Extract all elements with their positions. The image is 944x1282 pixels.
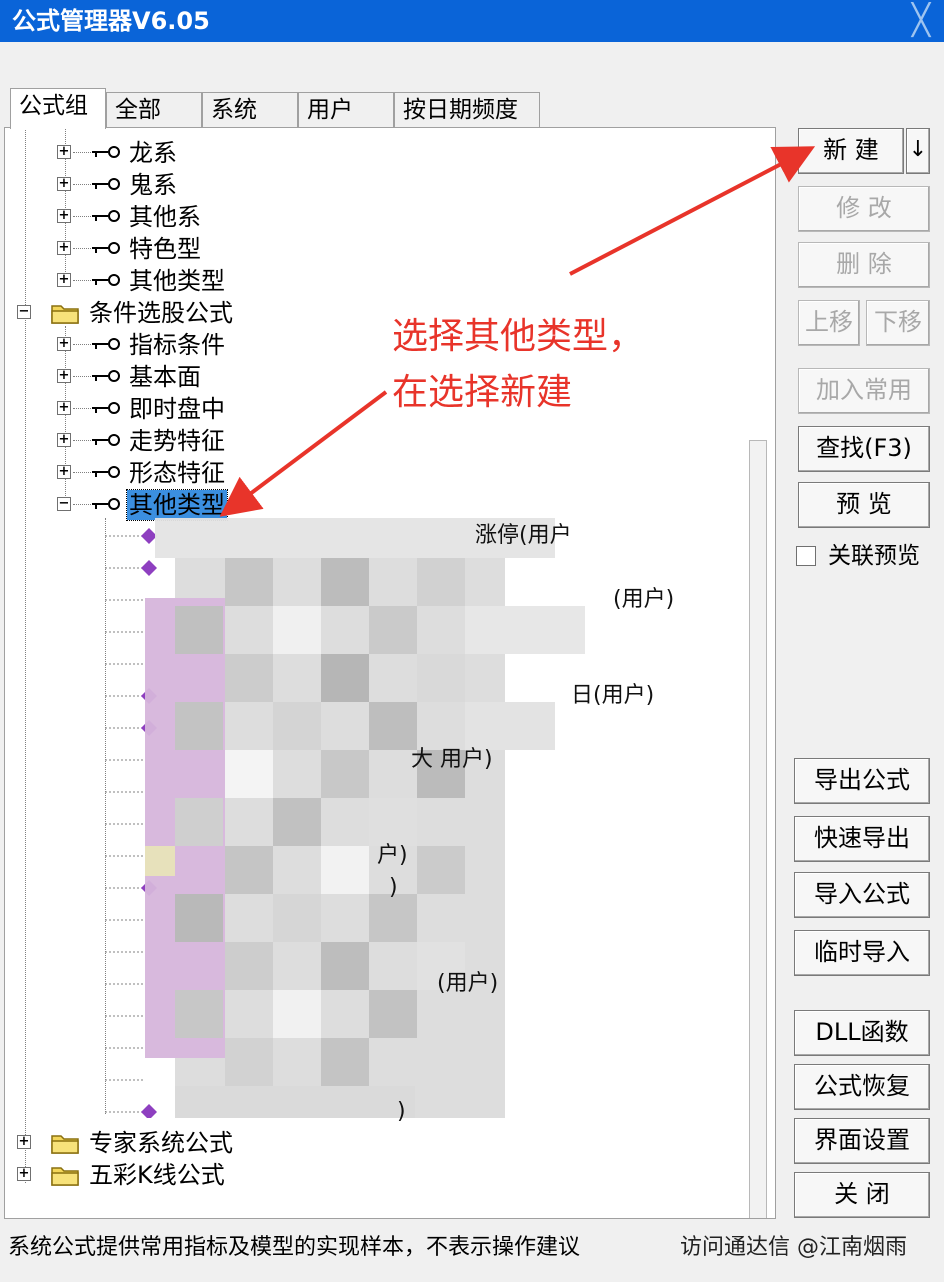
formula-item-partial: (用户) (437, 971, 499, 996)
expand-icon[interactable]: + (17, 1167, 31, 1181)
tree-node-label: 基本面 (129, 363, 201, 391)
key-icon (92, 178, 120, 190)
link-preview-checkbox[interactable] (796, 546, 816, 566)
tree-line (25, 128, 26, 1183)
formula-item-partial: 户) (377, 843, 408, 868)
tree-node-label: 走势特征 (129, 427, 225, 455)
tab-all[interactable]: 全部 (106, 92, 202, 128)
expand-icon[interactable]: + (57, 241, 71, 255)
tree-node-label: 指标条件 (129, 331, 225, 359)
tree-node-label: 形态特征 (129, 459, 225, 487)
link-preview-label: 关联预览 (828, 543, 920, 569)
export-formula-button[interactable]: 导出公式 (794, 758, 930, 804)
tab-formula-group[interactable]: 公式组 (10, 88, 106, 129)
tab-by-date-frequency[interactable]: 按日期频度 (394, 92, 540, 128)
formula-item-partial: (用户) (613, 587, 675, 612)
formula-item-partial: ) (397, 1099, 406, 1124)
new-button[interactable]: 新 建 (798, 128, 904, 174)
folder-icon (51, 1135, 79, 1154)
move-down-button[interactable]: 下移 (866, 300, 930, 346)
import-formula-button[interactable]: 导入公式 (794, 872, 930, 918)
move-up-button[interactable]: 上移 (798, 300, 860, 346)
expand-icon[interactable]: + (57, 209, 71, 223)
tree-node-label: 龙系 (129, 139, 177, 167)
tree-node-label: 其他类型 (129, 267, 225, 295)
formula-restore-button[interactable]: 公式恢复 (794, 1064, 930, 1110)
expand-icon[interactable]: + (17, 1135, 31, 1149)
annotation-line-2: 在选择新建 (392, 372, 573, 413)
tree-node-label: 鬼系 (129, 171, 177, 199)
tree-scrollbar[interactable] (741, 128, 775, 1218)
expand-icon[interactable]: + (57, 369, 71, 383)
dll-function-button[interactable]: DLL函数 (794, 1010, 930, 1056)
status-message: 系统公式提供常用指标及模型的实现样本，不表示操作建议 (8, 1235, 581, 1260)
expand-icon[interactable]: + (57, 273, 71, 287)
formula-item-partial: 涨停(用户 (475, 523, 572, 548)
formula-item-partial: ) (389, 875, 398, 900)
tree-node-label: 专家系统公式 (89, 1129, 233, 1157)
close-button[interactable]: 关 闭 (794, 1172, 930, 1218)
formula-tree[interactable]: + 龙系 + 鬼系 + 其他系 + 特色型 + 其他类型 − 条件选股公式 + (4, 127, 776, 1219)
formula-item-partial: 日(用户) (571, 683, 655, 708)
key-icon (92, 466, 120, 478)
key-icon (92, 242, 120, 254)
key-icon (92, 210, 120, 222)
tree-node-label: 五彩K线公式 (89, 1161, 225, 1189)
tab-system[interactable]: 系统 (202, 92, 298, 128)
key-icon (92, 338, 120, 350)
pixelated-formula-list (145, 518, 585, 1118)
delete-button[interactable]: 删 除 (798, 242, 930, 288)
find-button[interactable]: 查找(F3) (798, 426, 930, 472)
status-bar: 系统公式提供常用指标及模型的实现样本，不表示操作建议 访问通达信 @江南烟雨 (0, 1228, 944, 1268)
expand-icon[interactable]: + (57, 401, 71, 415)
key-icon (92, 434, 120, 446)
expand-icon[interactable]: + (57, 433, 71, 447)
preview-button[interactable]: 预 览 (798, 482, 930, 528)
watermark-text: 访问通达信 @江南烟雨 (680, 1235, 907, 1260)
expand-icon[interactable]: + (57, 177, 71, 191)
key-icon (92, 498, 120, 510)
tree-node-label: 特色型 (129, 235, 201, 263)
key-icon (92, 274, 120, 286)
close-icon[interactable]: ╳ (904, 4, 938, 38)
expand-icon[interactable]: + (57, 337, 71, 351)
tree-node-label: 其他系 (129, 203, 201, 231)
annotation-line-1: 选择其他类型， (392, 316, 645, 357)
ui-settings-button[interactable]: 界面设置 (794, 1118, 930, 1164)
tree-node-label: 条件选股公式 (89, 299, 233, 327)
add-common-button[interactable]: 加入常用 (798, 368, 930, 414)
collapse-icon[interactable]: − (57, 497, 71, 511)
temp-import-button[interactable]: 临时导入 (794, 930, 930, 976)
collapse-icon[interactable]: − (17, 305, 31, 319)
modify-button[interactable]: 修 改 (798, 186, 930, 232)
quick-export-button[interactable]: 快速导出 (794, 816, 930, 862)
tree-node-label-selected: 其他类型 (126, 489, 228, 521)
new-dropdown-button[interactable]: ↓ (906, 128, 930, 174)
tab-user[interactable]: 用户 (298, 92, 394, 128)
key-icon (92, 146, 120, 158)
scrollbar-thumb[interactable] (749, 440, 767, 1218)
key-icon (92, 402, 120, 414)
window-title: 公式管理器V6.05 (12, 7, 210, 35)
expand-icon[interactable]: + (57, 465, 71, 479)
folder-icon (51, 305, 79, 324)
expand-icon[interactable]: + (57, 145, 71, 159)
key-icon (92, 370, 120, 382)
formula-item-partial: 大 用户) (411, 747, 493, 772)
folder-icon (51, 1167, 79, 1186)
tree-node-label: 即时盘中 (129, 395, 225, 423)
title-bar: 公式管理器V6.05 ╳ (0, 0, 944, 42)
